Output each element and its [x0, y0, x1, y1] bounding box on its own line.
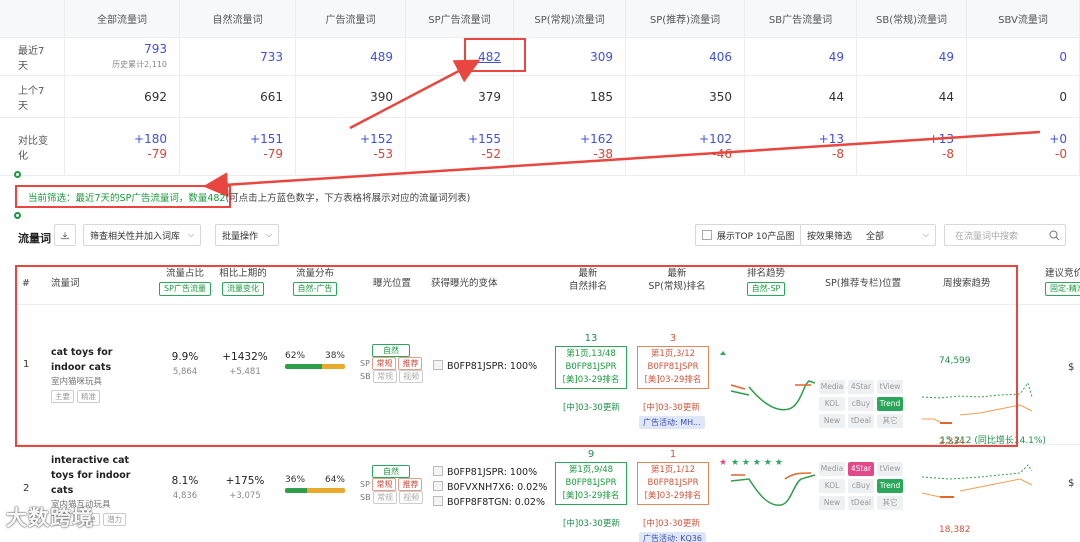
dist-ad: 64% [324, 475, 345, 485]
batch-ops-label: 批量操作 [222, 231, 259, 242]
top10-label: 展示TOP 10产品图 [717, 231, 795, 242]
search-icon [1049, 230, 1060, 241]
current-filter: 当前筛选：最近7天的SP广告流量词，数量482(可点击上方蓝色数字，下方表格将展… [28, 190, 470, 204]
exposure-sp: 常规 [372, 478, 397, 491]
checkbox-icon [702, 230, 712, 240]
product-thumb-icon [433, 481, 443, 491]
natural-rank-box[interactable]: 第1页,9/48 B0FP81JSPR [美]03-29排名 [555, 462, 627, 505]
col-suggest-label: 建议竞价 [1045, 268, 1080, 279]
exposure-sp: 推荐 [398, 478, 423, 491]
sp-pos-cell: cBuy [848, 479, 874, 493]
dist-bar [285, 488, 345, 493]
table-row[interactable]: 2 interactive cat toys for indoor cats 室… [15, 445, 1080, 542]
chevron-down-icon: ⌵ [188, 230, 195, 239]
chevron-down-icon: ⌵ [266, 230, 273, 239]
change-value: +175% [225, 475, 265, 487]
filter-hint: (可点击上方蓝色数字，下方表格将展示对应的流量词列表) [225, 193, 471, 204]
chevron-down-icon: ⌵ [922, 230, 929, 239]
suggest-bid-partial: $ [1068, 362, 1075, 373]
filter-marker-dot [14, 171, 21, 178]
filter-value: 最近7天的SP广告流量词，数量482 [75, 193, 226, 204]
effect-filter-label: 按效果筛选 [807, 231, 853, 242]
exposure-cell: 自然 SP 常规 推荐 SB 常规 视频 [360, 465, 425, 504]
variant-item[interactable]: B0FVXNH7X6: 0.02% [447, 482, 547, 493]
sp-pos-cell-active: 4Star [848, 462, 874, 476]
share-count: 4,836 [172, 491, 198, 501]
variant-item[interactable]: B0FP81JSPR: 100% [447, 467, 537, 478]
row-highlight-box [15, 265, 1018, 447]
arrow-to-482 [349, 59, 481, 130]
change-count: +3,075 [229, 491, 261, 501]
sp-position-grid: Media 4Star tView KOL cBuy Trend New tDe… [819, 462, 903, 510]
download-button[interactable] [54, 224, 76, 246]
product-thumb-icon [433, 466, 443, 476]
suggest-bid-partial: $ [1068, 478, 1075, 489]
sp-pos-cell-active: Trend [877, 479, 903, 493]
search-low-value: 18,382 [939, 525, 971, 535]
rank-line: [美]03-29排名 [562, 491, 620, 501]
watermark: 大数跨境 [6, 506, 94, 530]
dist-natural: 36% [285, 475, 306, 485]
keyword-search-input[interactable]: 在流量词中搜索 [944, 224, 1066, 246]
rank-update: [中]03-30更新 [643, 519, 700, 529]
ad-activity-tag[interactable]: 广告活动: KQ36 [639, 532, 706, 542]
sp-pos-cell: tDeal [848, 496, 874, 510]
sp-pos-cell: tView [877, 462, 903, 476]
rank-line: B0FP81JSPR [647, 478, 699, 488]
filter-label: 当前筛选： [28, 193, 76, 204]
sp-rank-box[interactable]: 第1页,1/12 B0FP81JSPR [美]03-29排名 [637, 462, 709, 505]
rank-line: 第1页,1/12 [650, 465, 696, 475]
arrow-to-filter [203, 130, 1041, 198]
relevance-button[interactable]: 筛查相关性并加入词库 ⌵ [83, 224, 202, 246]
sp-rank: 1 [669, 449, 677, 460]
rank-trend-sparkline[interactable]: ★ ★ ★ ★ ★ ★ [719, 455, 819, 525]
filter-marker-dot [14, 212, 21, 219]
exposure-sb: 视频 [399, 491, 424, 504]
rank-line: B0FP81JSPR [565, 478, 617, 488]
sp-pos-cell: 其它 [877, 496, 903, 510]
svg-text:★: ★ [719, 458, 727, 468]
rank-line: 第1页,9/48 [568, 465, 614, 475]
weekly-search-sparkline[interactable] [920, 457, 1040, 517]
sp-pos-cell: KOL [819, 479, 845, 493]
keyword-tag[interactable]: 潜力 [103, 513, 126, 526]
page: 全部流量词 自然流量词 广告流量词 SP广告流量词 SP(常规)流量词 SP(推… [0, 0, 1080, 542]
batch-ops-button[interactable]: 批量操作 ⌵ [215, 224, 280, 246]
natural-rank: 9 [587, 449, 595, 460]
rank-update: [中]03-30更新 [563, 519, 620, 529]
share-value: 8.1% [171, 475, 199, 487]
svg-text:★ ★ ★ ★ ★: ★ ★ ★ ★ ★ [731, 458, 783, 468]
dist-cell: 36% 64% [285, 475, 345, 493]
row-index: 2 [23, 483, 30, 494]
sp-pos-cell: New [819, 496, 845, 510]
suggest-tag[interactable]: 固定-精准 [1045, 282, 1080, 296]
effect-filter-select[interactable]: 按效果筛选 全部 ⌵ [800, 224, 936, 246]
variant-list: B0FP81JSPR: 100% B0FVXNH7X6: 0.02% B0FP8… [433, 465, 547, 510]
section-title: 流量词 [18, 232, 51, 245]
sp-pos-cell: Media [819, 462, 845, 476]
effect-filter-value: 全部 [866, 231, 885, 242]
keyword-toolbar: 流量词 筛查相关性并加入词库 ⌵ 批量操作 ⌵ 展示TOP 10产品图 按效果筛选 … [0, 222, 1080, 250]
rank-line: [美]03-29排名 [644, 491, 702, 501]
dist-bar-natural [285, 488, 307, 493]
search-placeholder: 在流量词中搜索 [955, 231, 1019, 242]
variant-item[interactable]: B0FP8F8TGN: 0.02% [447, 497, 545, 508]
product-thumb-icon [433, 496, 443, 506]
exposure-sb: 常规 [373, 491, 398, 504]
exposure-natural: 自然 [372, 465, 410, 478]
dist-bar-ad [306, 488, 345, 493]
relevance-button-label: 筛查相关性并加入词库 [90, 231, 181, 242]
download-icon [61, 231, 69, 239]
keyword-text[interactable]: interactive cat toys for indoor cats [51, 453, 151, 498]
top10-toggle[interactable]: 展示TOP 10产品图 [695, 224, 802, 246]
col-suggest-bid[interactable]: 建议竞价 固定-精准 [1045, 267, 1080, 296]
